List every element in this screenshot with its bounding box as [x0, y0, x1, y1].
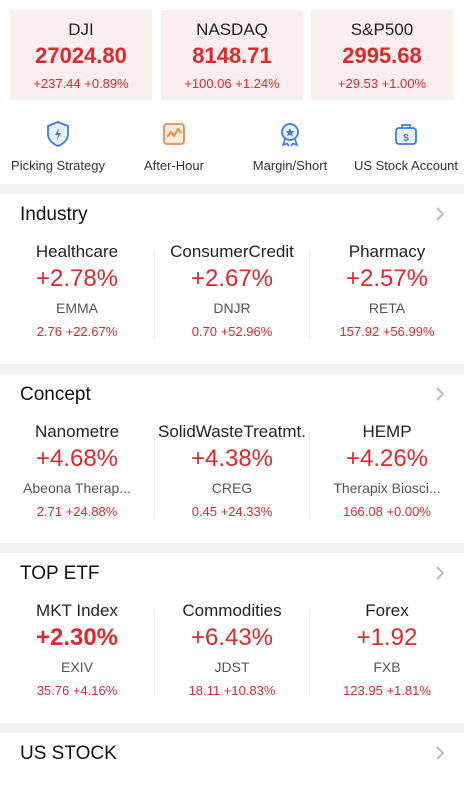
top-etf-section: TOP ETF MKT Index +2.30% EXIV 35.76 +4.1… [0, 553, 464, 719]
shortcut-label: Margin/Short [252, 158, 328, 173]
svg-text:$: $ [403, 133, 409, 144]
index-change: +237.44 +0.89% [33, 76, 129, 91]
item-stock-change: 123.95 +1.81% [343, 683, 431, 698]
etf-item[interactable]: Commodities +6.43% JDST 18.11 +10.83% [155, 601, 309, 711]
section-divider [0, 364, 464, 374]
section-title: Industry [20, 204, 88, 225]
index-card-sp500[interactable]: S&P500 2995.68 +29.53 +1.00% [311, 10, 453, 100]
item-stock: Abeona Therap... [23, 480, 131, 496]
item-stock: DNJR [213, 300, 251, 316]
medal-icon [281, 123, 299, 147]
item-name: Healthcare [35, 242, 119, 261]
chevron-right-icon [436, 207, 445, 221]
concept-header[interactable]: Concept [0, 374, 464, 414]
index-value: 8148.71 [192, 43, 272, 68]
index-value: 27024.80 [35, 43, 127, 68]
item-percent: +4.38% [190, 445, 274, 472]
briefcase-dollar-icon: $ [395, 124, 417, 145]
moon-chart-icon [163, 123, 185, 145]
item-percent: +2.30% [35, 624, 119, 651]
shortcut-us-stock-account[interactable]: $ US Stock Account [348, 120, 464, 182]
index-value: 2995.68 [342, 43, 422, 68]
index-card-nasdaq[interactable]: NASDAQ 8148.71 +100.06 +1.24% [161, 10, 303, 100]
index-name: DJI [68, 20, 94, 39]
concept-cells: Nanometre +4.68% Abeona Therap... 2.71 +… [0, 422, 464, 532]
item-stock-change: 18.11 +10.83% [188, 683, 276, 698]
item-name: Commodities [182, 601, 282, 620]
item-percent: +1.92 [356, 624, 418, 651]
chevron-right-icon [436, 387, 445, 401]
item-stock: EXIV [61, 659, 93, 675]
index-cards: DJI 27024.80 +237.44 +0.89% NASDAQ 8148.… [0, 0, 464, 108]
index-card-dji[interactable]: DJI 27024.80 +237.44 +0.89% [10, 10, 152, 100]
item-percent: +4.26% [345, 445, 429, 472]
industry-item[interactable]: Healthcare +2.78% EMMA 2.76 +22.67% [0, 242, 154, 352]
shortcut-label: US Stock Account [353, 158, 459, 173]
concept-section: Concept Nanometre +4.68% Abeona Therap..… [0, 374, 464, 540]
shortcut-label: Picking Strategy [11, 158, 105, 173]
top-etf-cells: MKT Index +2.30% EXIV 35.76 +4.16% Commo… [0, 601, 464, 711]
chevron-right-icon [436, 746, 445, 760]
concept-item[interactable]: HEMP +4.26% Therapix Biosci... 166.08 +0… [310, 422, 464, 532]
industry-header[interactable]: Industry [0, 194, 464, 234]
industry-item[interactable]: ConsumerCredit +2.67% DNJR 0.70 +52.96% [155, 242, 309, 352]
top-etf-header[interactable]: TOP ETF [0, 553, 464, 593]
shortcut-picking-strategy[interactable]: Picking Strategy [0, 120, 116, 182]
item-name: Forex [365, 601, 409, 620]
lightbulb-shield-icon [47, 121, 69, 147]
etf-item[interactable]: Forex +1.92 FXB 123.95 +1.81% [310, 601, 464, 711]
index-name: NASDAQ [196, 20, 268, 39]
concept-item[interactable]: SolidWasteTreatmt. +4.38% CREG 0.45 +24.… [155, 422, 309, 532]
item-percent: +2.67% [190, 265, 274, 292]
section-title: Concept [20, 384, 91, 405]
item-stock: RETA [368, 300, 406, 316]
section-divider [0, 184, 464, 194]
item-stock: EMMA [56, 300, 98, 316]
etf-item[interactable]: MKT Index +2.30% EXIV 35.76 +4.16% [0, 601, 154, 711]
industry-item[interactable]: Pharmacy +2.57% RETA 157.92 +56.99% [310, 242, 464, 352]
section-title: US STOCK [20, 743, 117, 764]
item-name: Pharmacy [348, 242, 426, 261]
industry-section: Industry Healthcare +2.78% EMMA 2.76 +22… [0, 194, 464, 360]
item-percent: +2.78% [35, 265, 119, 292]
us-stock-header[interactable]: US STOCK [0, 733, 464, 773]
item-name: HEMP [362, 422, 412, 441]
item-stock-change: 157.92 +56.99% [339, 324, 435, 339]
item-stock-change: 166.08 +0.00% [343, 504, 431, 519]
index-change: +29.53 +1.00% [337, 76, 427, 91]
item-percent: +4.68% [35, 445, 119, 472]
item-name: ConsumerCredit [170, 242, 294, 261]
item-stock: FXB [373, 659, 401, 675]
item-stock-change: 2.76 +22.67% [36, 324, 118, 339]
shortcut-label: After-Hour [144, 158, 204, 173]
section-divider [0, 543, 464, 553]
item-percent: +2.57% [345, 265, 429, 292]
index-name: S&P500 [350, 20, 414, 39]
chevron-right-icon [436, 566, 445, 580]
industry-cells: Healthcare +2.78% EMMA 2.76 +22.67% Cons… [0, 242, 464, 352]
item-stock-change: 2.71 +24.88% [36, 504, 118, 519]
item-percent: +6.43% [190, 624, 274, 651]
index-change: +100.06 +1.24% [184, 76, 280, 91]
shortcut-bar: Picking Strategy After-Hour Margin/Short… [0, 108, 464, 184]
item-stock-change: 0.70 +52.96% [191, 324, 273, 339]
shortcut-after-hour[interactable]: After-Hour [116, 120, 232, 182]
item-name: SolidWasteTreatmt. [157, 422, 306, 441]
item-name: MKT Index [36, 601, 118, 620]
item-name: Nanometre [34, 422, 120, 441]
item-stock: CREG [211, 480, 253, 496]
item-stock: JDST [214, 659, 250, 675]
concept-item[interactable]: Nanometre +4.68% Abeona Therap... 2.71 +… [0, 422, 154, 532]
item-stock-change: 0.45 +24.33% [191, 504, 273, 519]
item-stock: Therapix Biosci... [333, 480, 441, 496]
section-divider [0, 723, 464, 733]
shortcut-margin-short[interactable]: Margin/Short [232, 120, 348, 182]
section-title: TOP ETF [20, 563, 100, 584]
item-stock-change: 35.76 +4.16% [36, 683, 118, 698]
us-stock-section: US STOCK [0, 733, 464, 793]
